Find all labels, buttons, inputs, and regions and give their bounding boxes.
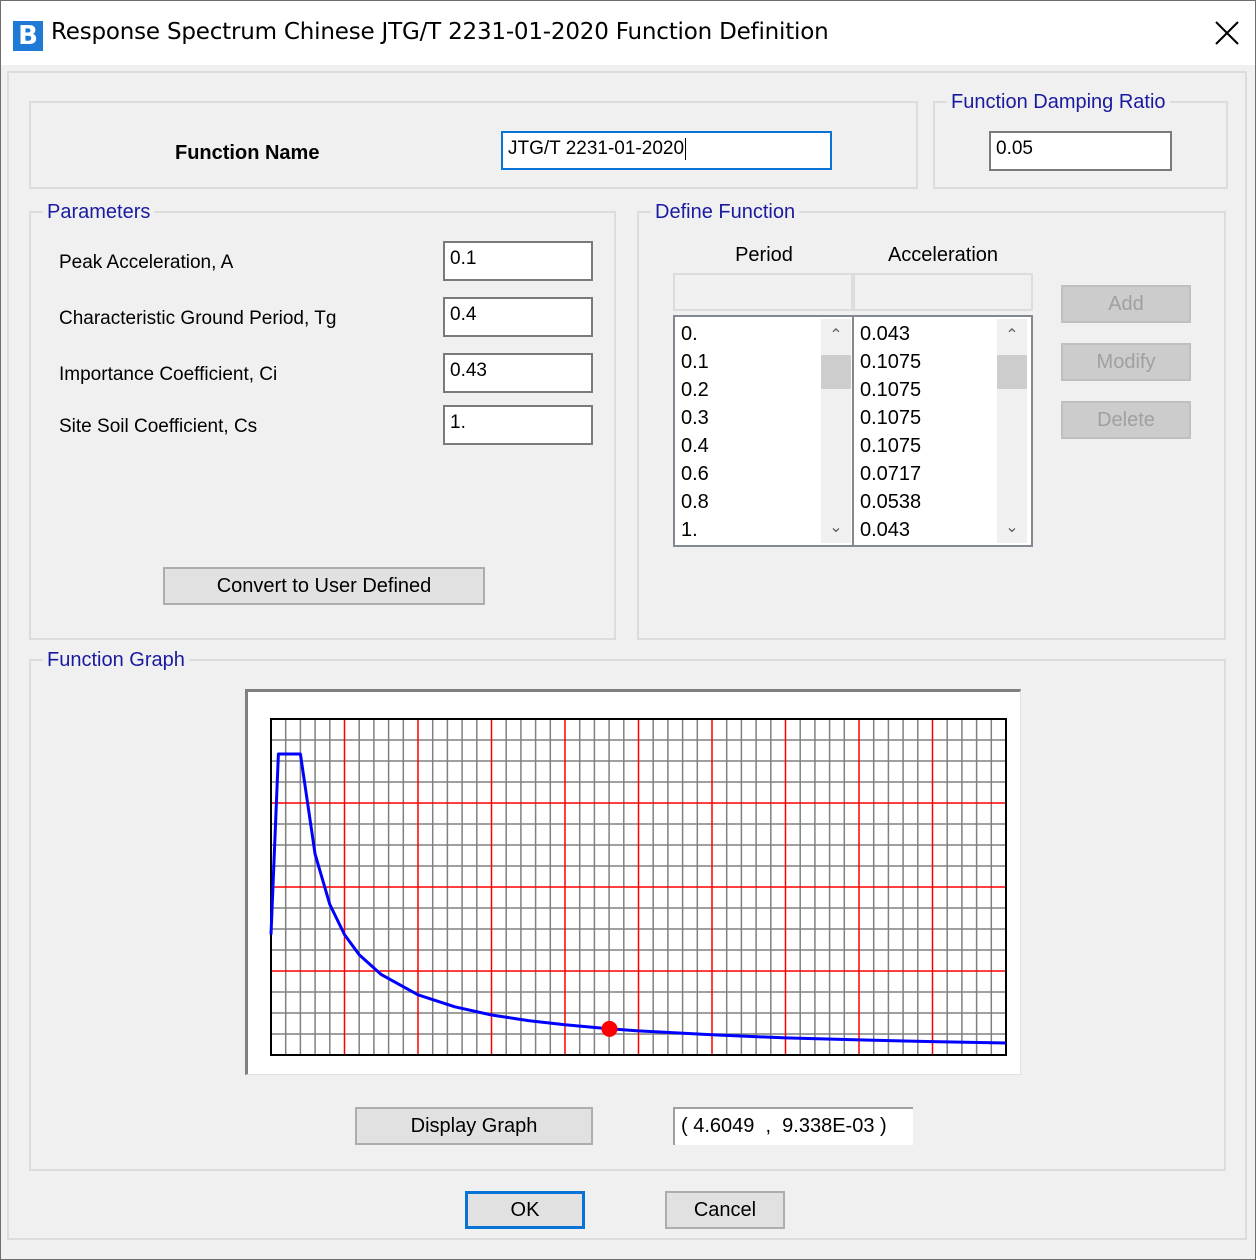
function-name-input[interactable]: JTG/T 2231-01-2020 xyxy=(501,131,832,170)
ground-period-label: Characteristic Ground Period, Tg xyxy=(59,308,337,329)
period-list-items: 0. 0.1 0.2 0.3 0.4 0.6 0.8 1. xyxy=(681,320,709,544)
window-title: Response Spectrum Chinese JTG/T 2231-01-… xyxy=(51,19,829,45)
acceleration-column-header: Acceleration xyxy=(887,244,999,266)
period-list-scrollbar[interactable]: ⌃ ⌄ xyxy=(821,319,851,543)
close-icon xyxy=(1215,21,1239,45)
list-item[interactable]: 0. xyxy=(681,320,709,348)
convert-to-user-defined-button[interactable]: Convert to User Defined xyxy=(163,567,485,605)
period-list[interactable]: 0. 0.1 0.2 0.3 0.4 0.6 0.8 1. ⌃ ⌄ xyxy=(673,315,853,547)
list-item[interactable]: 0.1075 xyxy=(860,432,921,460)
modify-button[interactable]: Modify xyxy=(1061,343,1191,381)
importance-coefficient-input[interactable]: 0.43 xyxy=(443,353,593,393)
list-item[interactable]: 0.1 xyxy=(681,348,709,376)
scroll-up-arrow-icon[interactable]: ⌃ xyxy=(997,321,1027,351)
parameters-legend: Parameters xyxy=(43,201,155,224)
site-soil-coefficient-label: Site Soil Coefficient, Cs xyxy=(59,416,258,437)
scrollbar-thumb[interactable] xyxy=(821,355,851,389)
display-graph-button[interactable]: Display Graph xyxy=(355,1107,593,1145)
list-item[interactable]: 0.8 xyxy=(681,488,709,516)
scroll-down-arrow-icon[interactable]: ⌄ xyxy=(821,513,851,543)
list-item[interactable]: 1. xyxy=(681,516,709,544)
list-item[interactable]: 0.3 xyxy=(681,404,709,432)
period-column-header: Period xyxy=(735,244,793,266)
function-graph-chart[interactable] xyxy=(248,692,1020,1074)
site-soil-coefficient-input[interactable]: 1. xyxy=(443,405,593,445)
define-function-legend: Define Function xyxy=(651,201,800,224)
peak-acceleration-input[interactable]: 0.1 xyxy=(443,241,593,281)
dialog-window: B Response Spectrum Chinese JTG/T 2231-0… xyxy=(0,0,1256,1260)
acceleration-list-scrollbar[interactable]: ⌃ ⌄ xyxy=(997,319,1027,543)
app-logo-icon: B xyxy=(13,21,43,51)
list-item[interactable]: 0.1075 xyxy=(860,404,921,432)
scroll-up-arrow-icon[interactable]: ⌃ xyxy=(821,321,851,351)
cancel-button[interactable]: Cancel xyxy=(665,1191,785,1229)
delete-button[interactable]: Delete xyxy=(1061,401,1191,439)
list-item[interactable]: 0.6 xyxy=(681,460,709,488)
function-name-label: Function Name xyxy=(175,142,320,164)
list-item[interactable]: 0.1075 xyxy=(860,376,921,404)
list-item[interactable]: 0.2 xyxy=(681,376,709,404)
cursor-marker-point xyxy=(601,1020,618,1037)
function-graph-legend: Function Graph xyxy=(43,649,189,672)
ok-button[interactable]: OK xyxy=(465,1191,585,1229)
title-bar: B Response Spectrum Chinese JTG/T 2231-0… xyxy=(1,1,1255,65)
add-button[interactable]: Add xyxy=(1061,285,1191,323)
period-entry-input[interactable] xyxy=(673,273,853,311)
list-item[interactable]: 0.4 xyxy=(681,432,709,460)
list-item[interactable]: 0.043 xyxy=(860,516,921,544)
scrollbar-thumb[interactable] xyxy=(997,355,1027,389)
ground-period-input[interactable]: 0.4 xyxy=(443,297,593,337)
list-item[interactable]: 0.0538 xyxy=(860,488,921,516)
list-item[interactable]: 0.043 xyxy=(860,320,921,348)
peak-acceleration-label: Peak Acceleration, A xyxy=(59,252,234,273)
damping-legend: Function Damping Ratio xyxy=(947,91,1170,114)
damping-ratio-input[interactable]: 0.05 xyxy=(989,131,1172,171)
graph-canvas-frame[interactable] xyxy=(245,689,1021,1075)
scroll-down-arrow-icon[interactable]: ⌄ xyxy=(997,513,1027,543)
cursor-coordinate-readout: ( 4.6049 , 9.338E-03 ) xyxy=(673,1107,913,1145)
close-button[interactable] xyxy=(1201,7,1253,59)
function-name-value: JTG/T 2231-01-2020 xyxy=(508,138,685,159)
list-item[interactable]: 0.1075 xyxy=(860,348,921,376)
text-caret xyxy=(685,137,687,160)
acceleration-entry-input[interactable] xyxy=(853,273,1033,311)
acceleration-list[interactable]: 0.043 0.1075 0.1075 0.1075 0.1075 0.0717 0.053… xyxy=(853,315,1033,547)
list-item[interactable]: 0.0717 xyxy=(860,460,921,488)
acceleration-list-items: 0.043 0.1075 0.1075 0.1075 0.1075 0.0717 0.053… xyxy=(860,320,921,544)
importance-coefficient-label: Importance Coefficient, Ci xyxy=(59,364,278,385)
